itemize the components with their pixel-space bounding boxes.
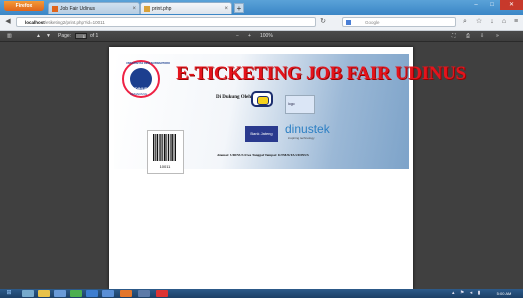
dinustek-logo: dinustek — [285, 122, 330, 136]
new-tab-button[interactable]: + — [234, 3, 244, 13]
zoom-in-button[interactable]: + — [248, 31, 251, 41]
barcode-number: 10011 — [159, 164, 171, 169]
close-window-button[interactable]: ✕ — [500, 0, 523, 10]
app3-taskbar-icon[interactable] — [138, 290, 150, 297]
next-page-icon[interactable]: ▼ — [46, 31, 51, 41]
page-number-input[interactable]: 1 — [75, 33, 87, 39]
app2-taskbar-icon[interactable] — [102, 290, 114, 297]
menu-icon[interactable]: ≡ — [511, 17, 521, 27]
page-total: of 1 — [90, 33, 99, 39]
tab-close-icon[interactable]: × — [224, 3, 228, 15]
sponsor-emblem-icon — [257, 96, 269, 105]
url-bar[interactable]: localhost/etiketing2/print.php?id=10011 — [16, 17, 316, 27]
reload-icon[interactable]: ↻ — [318, 17, 328, 27]
download-icon[interactable]: ↓ — [487, 17, 497, 27]
media-taskbar-icon[interactable] — [54, 290, 66, 297]
tab-print-php[interactable]: print.php × — [140, 2, 232, 14]
maximize-button[interactable]: □ — [484, 0, 500, 10]
start-button[interactable]: ⊞ — [3, 289, 15, 298]
firefox-menu-button[interactable]: Firefox — [4, 1, 44, 11]
page-favicon-icon — [52, 6, 58, 12]
firefox-taskbar-icon[interactable] — [120, 290, 132, 297]
explorer-taskbar-icon[interactable] — [38, 290, 50, 297]
logo-university-text: UNIVERSITAS DIAN NUSWANTORO — [126, 62, 170, 65]
minimize-button[interactable]: – — [468, 0, 484, 10]
url-path: /etiketing2/print.php?id=10011 — [44, 20, 105, 25]
ie-taskbar-icon[interactable] — [22, 290, 34, 297]
tab-job-fair-udinus[interactable]: Job Fair Udinus × — [48, 2, 140, 14]
search-box[interactable]: Google — [342, 17, 456, 27]
word-taskbar-icon[interactable] — [86, 290, 98, 297]
supported-by-label: Di Dukung Oleh : — [216, 95, 254, 100]
sponsor-logo-2-text: logo — [288, 102, 295, 106]
pdf-favicon-icon — [144, 6, 150, 12]
home-icon[interactable]: ⌂ — [499, 17, 509, 27]
back-icon[interactable]: ◀ — [3, 17, 13, 27]
ticket-title: E-TICKETING JOB FAIR UDINUS — [176, 63, 466, 84]
google-icon — [346, 20, 351, 25]
previous-page-icon[interactable]: ▲ — [36, 31, 41, 41]
address-text: Alamat: UDINUS Free Tanggal Tempat: KTM/… — [217, 153, 309, 157]
sponsor-logo-2: logo — [285, 95, 315, 114]
logo-udinus-text: UDINUS — [132, 86, 148, 91]
taskbar-clock: 5:00 AM — [496, 291, 512, 296]
bank-jateng-logo: Bank Jateng — [245, 126, 278, 142]
system-tray[interactable]: ▴ ⚑ ◂ ▮ — [452, 289, 486, 298]
sidebar-toggle-icon[interactable]: ▥ — [7, 31, 12, 41]
print-icon[interactable]: ⎙ — [466, 31, 470, 41]
url-host: localhost — [25, 20, 45, 25]
dinustek-tagline: inspiring technology — [288, 136, 315, 140]
search-icon[interactable]: ⌕ — [460, 17, 470, 27]
zoom-out-button[interactable]: − — [236, 31, 239, 41]
tab-label: Job Fair Udinus — [60, 6, 96, 12]
page-label: Page: — [58, 33, 72, 39]
bookmark-icon[interactable]: ☆ — [474, 17, 484, 27]
sponsor-logo-1 — [251, 91, 273, 107]
fullscreen-icon[interactable]: ⛶ — [452, 31, 456, 41]
zoom-select[interactable]: 100% — [260, 31, 273, 41]
download-pdf-icon[interactable]: ⇩ — [480, 31, 484, 41]
tools-icon[interactable]: » — [496, 31, 499, 41]
tab-label: print.php — [152, 6, 172, 12]
logo-city-text: SEMARANG — [130, 92, 148, 96]
tab-close-icon[interactable]: × — [132, 3, 136, 15]
barcode-icon — [153, 134, 176, 161]
app-taskbar-icon[interactable] — [70, 290, 82, 297]
search-placeholder: Google — [365, 20, 380, 25]
pdf-taskbar-icon[interactable] — [156, 290, 168, 297]
